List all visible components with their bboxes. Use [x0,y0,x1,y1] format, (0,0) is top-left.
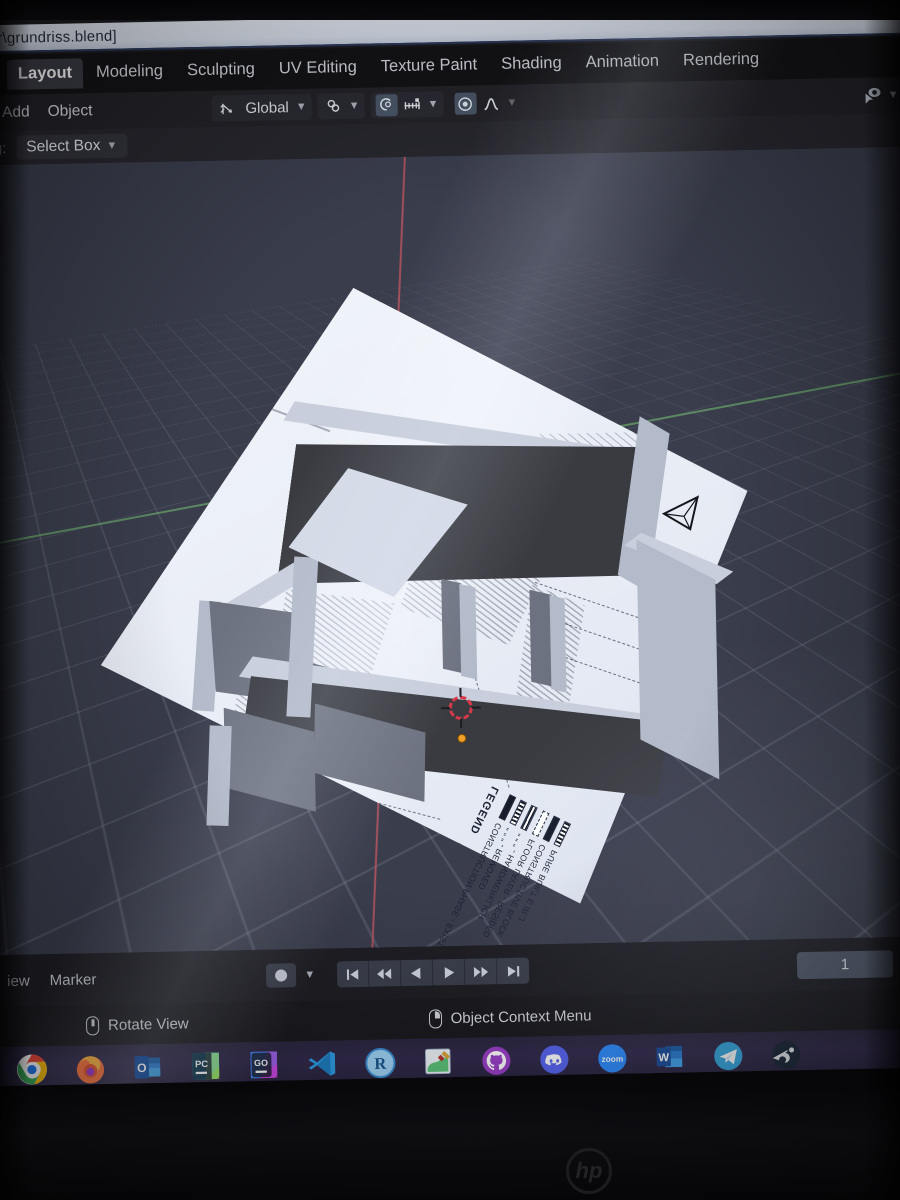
camera-object-gizmo[interactable] [659,489,708,541]
chevron-down-icon: ▼ [106,140,117,151]
previous-keyframe-button[interactable] [369,960,402,987]
svg-text:zoom: zoom [601,1054,623,1063]
steam-icon[interactable] [766,1035,805,1074]
visibility-dropdown[interactable]: ▼ [856,82,900,109]
proportional-editing-icon[interactable] [375,94,397,116]
wall-face-right [636,540,719,780]
snap-increment-icon[interactable] [401,93,423,115]
timeline-menu-marker[interactable]: Marker [40,971,107,989]
chrome-icon[interactable] [13,1050,52,1086]
word-icon[interactable]: W [650,1037,689,1076]
svg-text:W: W [658,1052,669,1064]
snapping-dropdown[interactable]: ▼ [317,93,364,120]
auto-keying-button[interactable] [266,963,296,988]
svg-text:O: O [137,1061,147,1075]
goland-icon[interactable]: GO [245,1046,284,1085]
middle-mouse-icon [86,1016,99,1035]
status-rotate-view: Rotate View [86,1014,189,1035]
wall-partition-1-side [459,584,477,680]
tab-uv-editing[interactable]: UV Editing [268,53,369,85]
chevron-down-icon: ▼ [427,99,438,110]
tab-sculpting[interactable]: Sculpting [176,55,266,87]
wall-partition-2-side [550,595,567,692]
chevron-down-icon: ▼ [349,100,360,111]
play-button[interactable] [433,959,466,986]
object-origin-dot [457,734,466,743]
falloff-group[interactable]: ▼ [449,90,522,117]
3d-cursor-tick [459,688,461,697]
3d-cursor-tick [460,719,462,728]
hp-logo: hp [566,1148,612,1194]
tab-animation[interactable]: Animation [574,47,670,79]
record-dot-icon [275,969,287,981]
outlook-icon[interactable]: O [129,1048,168,1086]
pycharm-icon[interactable]: PC [187,1047,226,1086]
monitor-bezel-bottom [0,1090,900,1200]
transform-orientation-dropdown[interactable]: Global ▼ [211,94,312,122]
transform-orientation-icon [216,97,238,119]
3d-cursor [447,694,476,723]
firefox-icon[interactable] [71,1049,110,1086]
right-mouse-icon [428,1009,441,1028]
falloff-curve-icon[interactable] [480,92,502,114]
snap-magnet-icon[interactable] [322,95,344,117]
jump-to-start-button[interactable] [337,961,370,988]
tab-shading[interactable]: Shading [490,48,573,80]
jump-to-end-button[interactable] [497,958,530,985]
proportional-falloff-icon[interactable] [454,92,476,114]
3d-cursor-tick [472,706,481,708]
svg-text:PC: PC [195,1058,208,1069]
tab-layout[interactable]: Layout [7,58,84,90]
rstudio-icon[interactable]: R [361,1043,400,1082]
discord-icon[interactable] [534,1040,573,1079]
play-reverse-button[interactable] [401,959,434,986]
active-tool-dropdown[interactable]: Select Box ▼ [16,133,127,159]
monitor-photo: der\grundriss.blend] Layout Modeling Scu… [0,0,900,1200]
tab-modeling[interactable]: Modeling [85,56,175,88]
telegram-icon[interactable] [708,1036,747,1075]
active-tool-label: Select Box [26,137,100,156]
proportional-editing-group[interactable]: ▼ [370,91,443,118]
status-label: Rotate View [108,1015,189,1034]
visibility-selectability-icon[interactable] [861,84,883,106]
next-keyframe-button[interactable] [465,958,498,985]
vscode-icon[interactable] [303,1044,342,1083]
paint-icon[interactable] [418,1042,457,1081]
drag-label: rag: [0,139,6,157]
3d-viewport[interactable]: LEGEND CONSTRUCTION PHASE - EXIST. " " "… [0,147,900,956]
status-object-context-menu: Object Context Menu [428,1006,591,1028]
svg-text:GO: GO [254,1058,268,1068]
current-frame-field[interactable]: 1 [797,950,894,979]
github-icon[interactable] [476,1041,515,1080]
zoom-icon[interactable]: zoom [592,1039,631,1078]
menu-object[interactable]: Object [38,99,101,124]
3d-cursor-tick [441,707,450,709]
playback-controls[interactable] [337,958,529,988]
monitor-bezel-top [0,0,900,20]
timeline-menu-view[interactable]: iew [0,972,40,990]
menu-add[interactable]: Add [0,100,39,125]
wall-lower-left-side [206,725,231,826]
tab-rendering[interactable]: Rendering [672,45,771,77]
tab-texture-paint[interactable]: Texture Paint [370,50,489,82]
chevron-down-icon: ▼ [888,89,899,100]
window-title: der\grundriss.blend] [0,27,117,47]
transform-orientation-label: Global [242,99,292,117]
svg-text:R: R [374,1053,387,1072]
3d-cursor-ring [449,696,473,720]
chevron-down-icon: ▼ [506,97,517,108]
monitor-screen: der\grundriss.blend] Layout Modeling Scu… [0,0,900,1086]
chevron-down-icon[interactable]: ▼ [304,969,315,980]
status-label: Object Context Menu [450,1007,591,1027]
chevron-down-icon: ▼ [296,101,307,112]
